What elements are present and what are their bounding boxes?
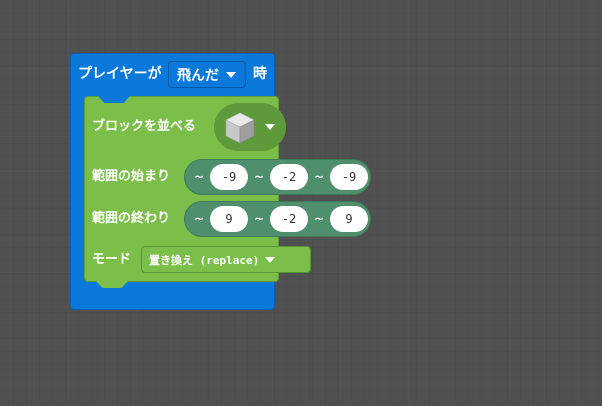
range-end-position[interactable]: ~ 9 ~ -2 ~ 9 <box>184 201 371 237</box>
mode-dropdown[interactable]: 置き換え (replace) <box>141 246 311 273</box>
command-label: ブロックを並べる <box>92 119 197 134</box>
relative-tilde: ~ <box>254 170 265 184</box>
range-end-label: 範囲の終わり <box>92 211 171 226</box>
relative-tilde: ~ <box>314 170 325 184</box>
relative-tilde: ~ <box>194 212 205 226</box>
range-end-z-input[interactable]: 9 <box>330 206 368 232</box>
event-label-suffix: 時 <box>253 66 267 82</box>
block-picker[interactable] <box>214 103 286 151</box>
mode-label: モード <box>92 252 132 267</box>
event-type-value: 飛んだ <box>177 67 219 84</box>
workspace[interactable]: プレイヤーが 飛んだ 時 ブロックを並べる 範囲の始まり ~ -9 ~ -2 ~… <box>0 0 602 406</box>
event-type-dropdown[interactable]: 飛んだ <box>168 61 246 88</box>
mode-value: 置き換え (replace) <box>149 253 260 267</box>
relative-tilde: ~ <box>314 212 325 226</box>
range-start-position[interactable]: ~ -9 ~ -2 ~ -9 <box>184 159 371 195</box>
range-end-x-input[interactable]: 9 <box>210 206 248 232</box>
relative-tilde: ~ <box>254 212 265 226</box>
event-label-prefix: プレイヤーが <box>78 66 162 82</box>
range-start-x-input[interactable]: -9 <box>210 164 248 190</box>
relative-tilde: ~ <box>194 170 205 184</box>
range-end-y-input[interactable]: -2 <box>270 206 308 232</box>
range-start-y-input[interactable]: -2 <box>270 164 308 190</box>
chevron-down-icon <box>265 124 275 130</box>
range-start-label: 範囲の始まり <box>92 169 171 184</box>
chevron-down-icon <box>226 71 236 78</box>
cube-icon <box>225 112 255 144</box>
chevron-down-icon <box>265 256 276 263</box>
range-start-z-input[interactable]: -9 <box>330 164 368 190</box>
